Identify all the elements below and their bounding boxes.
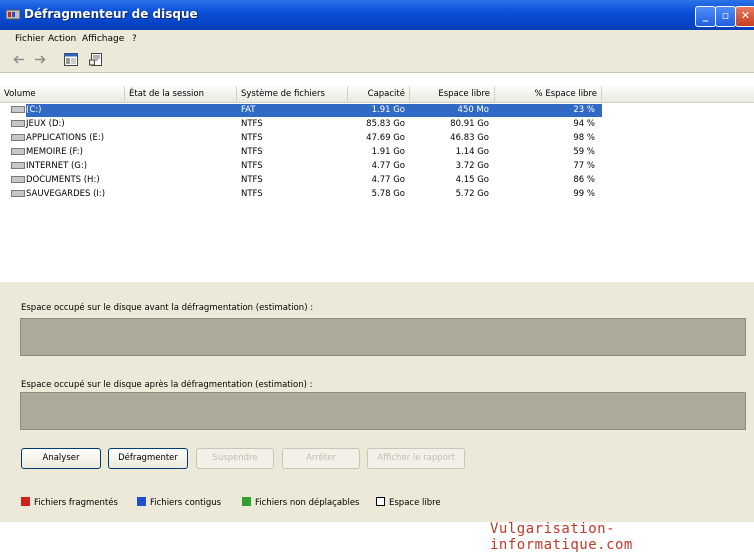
capacity: 85.83 Go (366, 119, 405, 129)
before-estimate-label: Espace occupé sur le disque avant la déf… (21, 303, 314, 313)
capacity: 1.91 Go (371, 105, 405, 115)
file-system: NTFS (241, 119, 263, 129)
drive-icon (11, 106, 25, 113)
legend-contiguous: Fichiers contigus (137, 497, 221, 508)
volume-row[interactable]: APPLICATIONS (E:) NTFS 47.69 Go 46.83 Go… (0, 132, 754, 145)
file-system: NTFS (241, 175, 263, 185)
capacity: 1.91 Go (371, 147, 405, 157)
legend-label: Espace libre (389, 498, 441, 508)
legend-label: Fichiers fragmentés (34, 498, 118, 508)
window-title: Défragmenteur de disque (24, 7, 198, 21)
drive-icon (11, 134, 25, 141)
capacity: 4.77 Go (371, 175, 405, 185)
forward-arrow-icon[interactable] (33, 53, 47, 66)
stop-button[interactable]: Arrêter (282, 448, 360, 469)
legend-swatch (242, 497, 251, 506)
legend-swatch (137, 497, 146, 506)
header-volume[interactable]: Volume (0, 86, 125, 102)
legend-swatch (376, 497, 385, 506)
free-space: 450 Mo (457, 105, 489, 115)
free-percent: 99 % (573, 189, 595, 199)
file-system: FAT (241, 105, 256, 115)
free-percent: 94 % (573, 119, 595, 129)
free-space: 5.72 Go (455, 189, 489, 199)
volume-row[interactable]: MEMOIRE (F:) NTFS 1.91 Go 1.14 Go 59 % (0, 146, 754, 159)
header-free-percent[interactable]: % Espace libre (495, 86, 602, 102)
volume-row[interactable]: DOCUMENTS (H:) NTFS 4.77 Go 4.15 Go 86 % (0, 174, 754, 187)
drive-icon (11, 120, 25, 127)
back-arrow-icon[interactable] (12, 53, 26, 66)
after-estimate-label: Espace occupé sur le disque après la déf… (21, 380, 313, 390)
console-icon[interactable] (64, 53, 78, 66)
title-bar: Défragmenteur de disque _ ▫ ✕ (0, 0, 754, 30)
capacity: 4.77 Go (371, 161, 405, 171)
menu-bar: Fichier Action Affichage ? (0, 30, 754, 48)
analysis-pane: Espace occupé sur le disque avant la déf… (0, 282, 754, 522)
header-free-space[interactable]: Espace libre (410, 86, 495, 102)
volume-name: DOCUMENTS (H:) (26, 175, 100, 185)
volume-name: INTERNET (G:) (26, 161, 88, 171)
header-file-system[interactable]: Système de fichiers (237, 86, 348, 102)
free-percent: 23 % (573, 105, 595, 115)
drive-icon (11, 162, 25, 169)
file-system: NTFS (241, 189, 263, 199)
maximize-button[interactable]: ▫ (715, 6, 736, 27)
legend-free-space: Espace libre (376, 497, 441, 508)
before-estimate-graph (20, 318, 746, 356)
watermark: Vulgarisation-informatique.com (490, 521, 633, 553)
free-space: 1.14 Go (455, 147, 489, 157)
legend-swatch (21, 497, 30, 506)
volume-name: JEUX (D:) (26, 119, 65, 129)
volume-row[interactable]: JEUX (D:) NTFS 85.83 Go 80.91 Go 94 % (0, 118, 754, 131)
capacity: 5.78 Go (371, 189, 405, 199)
file-system: NTFS (241, 161, 263, 171)
analyse-button[interactable]: Analyser (21, 448, 101, 469)
capacity: 47.69 Go (366, 133, 405, 143)
volume-name: APPLICATIONS (E:) (26, 133, 105, 143)
volume-row[interactable]: INTERNET (G:) NTFS 4.77 Go 3.72 Go 77 % (0, 160, 754, 173)
menu-fichier[interactable]: Fichier (15, 34, 44, 44)
free-percent: 98 % (573, 133, 595, 143)
menu-action[interactable]: Action (48, 34, 76, 44)
menu-aide[interactable]: ? (132, 34, 137, 44)
drive-icon (11, 190, 25, 197)
free-space: 80.91 Go (450, 119, 489, 129)
volume-row[interactable]: (C:) FAT 1.91 Go 450 Mo 23 % (0, 104, 754, 117)
free-percent: 59 % (573, 147, 595, 157)
volume-name: (C:) (26, 105, 42, 115)
header-session-state[interactable]: État de la session (125, 86, 237, 102)
menu-affichage[interactable]: Affichage (82, 34, 124, 44)
free-percent: 86 % (573, 175, 595, 185)
free-space: 46.83 Go (450, 133, 489, 143)
free-space: 4.15 Go (455, 175, 489, 185)
toolbar (0, 48, 754, 73)
file-system: NTFS (241, 147, 263, 157)
properties-icon[interactable] (89, 53, 103, 66)
show-report-button[interactable]: Afficher le rapport (367, 448, 465, 469)
after-estimate-graph (20, 392, 746, 430)
pause-button[interactable]: Suspendre (196, 448, 274, 469)
drive-icon (11, 176, 25, 183)
legend-unmovable: Fichiers non déplaçables (242, 497, 359, 508)
drive-icon (11, 148, 25, 155)
volume-name: SAUVEGARDES (I:) (26, 189, 106, 199)
volume-name: MEMOIRE (F:) (26, 147, 83, 157)
free-percent: 77 % (573, 161, 595, 171)
list-header: Volume État de la session Système de fic… (0, 86, 754, 103)
file-system: NTFS (241, 133, 263, 143)
free-space: 3.72 Go (455, 161, 489, 171)
volume-row[interactable]: SAUVEGARDES (I:) NTFS 5.78 Go 5.72 Go 99… (0, 188, 754, 201)
legend-label: Fichiers non déplaçables (255, 498, 360, 508)
defragment-button[interactable]: Défragmenter (108, 448, 188, 469)
defrag-app-icon (6, 9, 20, 20)
legend-fragmented: Fichiers fragmentés (21, 497, 118, 508)
legend-label: Fichiers contigus (150, 498, 222, 508)
minimize-button[interactable]: _ (695, 6, 716, 27)
header-capacity[interactable]: Capacité (348, 86, 410, 102)
close-button[interactable]: ✕ (735, 6, 754, 27)
volume-list: Volume État de la session Système de fic… (0, 73, 754, 283)
